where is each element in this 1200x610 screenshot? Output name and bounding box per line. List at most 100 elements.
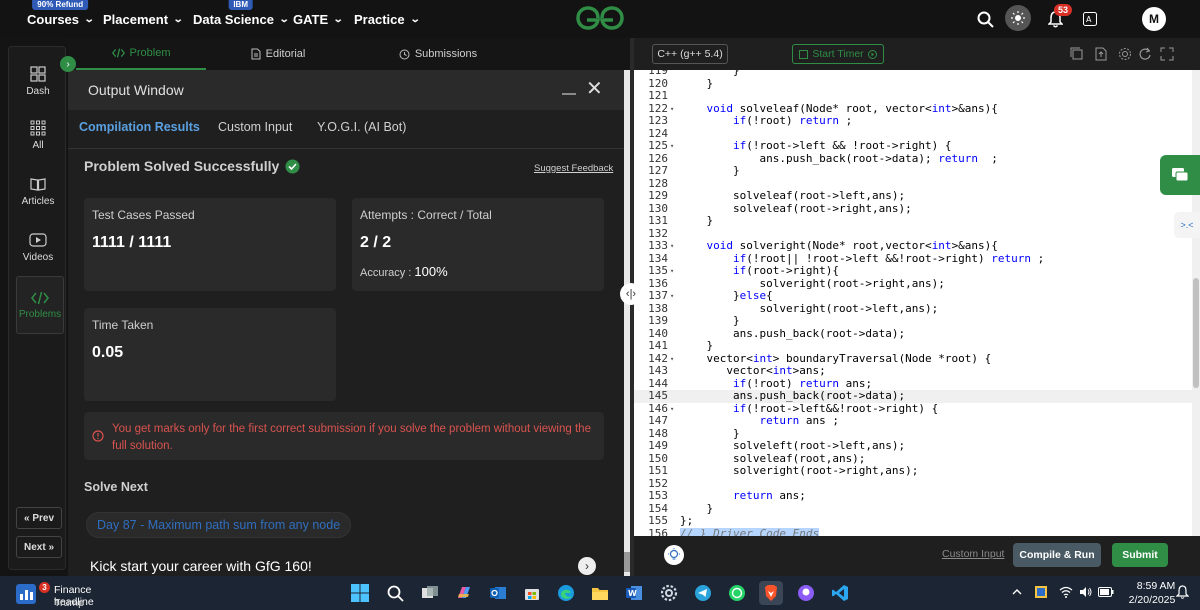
submit-button[interactable]: Submit — [1112, 543, 1168, 567]
vscode-icon[interactable] — [828, 581, 852, 605]
chevron-up-icon[interactable] — [1009, 584, 1025, 600]
nav-placement[interactable]: Placement ⌄ — [103, 0, 184, 38]
tab-compilation-results[interactable]: Compilation Results — [79, 120, 200, 134]
custom-input-link[interactable]: Custom Input — [942, 548, 1004, 560]
code-helper-icon[interactable]: >.< — [1174, 212, 1200, 238]
nav-data-science[interactable]: IBM Data Science ⌄ — [193, 0, 290, 38]
nav-courses[interactable]: 90% Refund Courses ⌄ — [27, 0, 95, 38]
line-number: 149 — [648, 439, 668, 452]
windows-start-icon[interactable] — [348, 581, 372, 605]
code-line[interactable]: 120 } — [634, 77, 1192, 91]
fold-arrow-icon[interactable]: ▾ — [670, 353, 674, 366]
code-line[interactable]: 140 ans.push_back(root->data); — [634, 327, 1192, 341]
lightbulb-icon[interactable] — [664, 545, 684, 565]
code-line[interactable]: 135 ▾ if(root->right){ — [634, 264, 1192, 278]
word-icon[interactable]: W — [622, 581, 646, 605]
editor-scrollbar-thumb[interactable] — [1193, 278, 1199, 388]
prev-button[interactable]: « Prev — [16, 507, 62, 529]
fold-arrow-icon[interactable]: ▾ — [670, 290, 674, 303]
fold-arrow-icon[interactable]: ▾ — [670, 140, 674, 153]
fold-arrow-icon[interactable]: ▾ — [670, 403, 674, 416]
code-line[interactable]: 129 solveleaf(root->left,ans); — [634, 189, 1192, 203]
code-line[interactable]: 130 solveleaf(root->right,ans); — [634, 202, 1192, 216]
nav-practice[interactable]: Practice ⌄ — [354, 0, 420, 38]
fold-arrow-icon[interactable]: ▾ — [670, 265, 674, 278]
copilot-icon[interactable] — [452, 581, 476, 605]
code-editor[interactable]: 119 } 120 } 121 122 ▾ void solveleaf(Node* r… — [634, 70, 1192, 536]
sidebar-item-videos[interactable]: Videos — [9, 219, 67, 275]
fold-arrow-icon[interactable]: ▾ — [670, 103, 674, 116]
sidebar-item-dash[interactable]: Dash — [9, 53, 67, 109]
code-line[interactable]: 151 solveright(root->right,ans); — [634, 464, 1192, 478]
code-line[interactable]: 141 } — [634, 339, 1192, 353]
battery-icon[interactable] — [1098, 584, 1114, 600]
code-line[interactable]: 143 vector<int>ans; — [634, 364, 1192, 378]
code-line[interactable]: 133 ▾ void solveright(Node* root,vector<i… — [634, 239, 1192, 253]
task-view-icon[interactable] — [418, 581, 442, 605]
sidebar-item-problems[interactable]: Problems — [16, 276, 64, 334]
code-line[interactable]: 127 } — [634, 164, 1192, 178]
close-icon[interactable]: ✕ — [586, 79, 603, 99]
tab-yogi-ai-bot[interactable]: Y.O.G.I. (AI Bot) — [317, 120, 406, 134]
whatsapp-icon[interactable] — [725, 581, 749, 605]
expand-sidebar-chevron-icon[interactable]: › — [60, 56, 76, 72]
code-line[interactable]: 131 } — [634, 214, 1192, 228]
gear-icon[interactable] — [1118, 47, 1132, 61]
app-tray-icon[interactable] — [1033, 584, 1049, 600]
file-explorer-icon[interactable] — [588, 581, 612, 605]
language-select[interactable]: C++ (g++ 5.4) — [652, 44, 728, 64]
resize-handle-icon[interactable]: ‹|› — [620, 283, 642, 305]
minimize-icon[interactable] — [562, 82, 576, 96]
chat-icon[interactable] — [1160, 155, 1200, 195]
outlook-icon[interactable] — [486, 581, 510, 605]
compile-run-button[interactable]: Compile & Run — [1013, 543, 1101, 567]
reset-icon[interactable] — [1138, 47, 1152, 61]
brave-browser-icon[interactable] — [759, 581, 783, 605]
fullscreen-icon[interactable] — [1160, 47, 1174, 61]
nav-gate[interactable]: GATE ⌄ — [293, 0, 344, 38]
tab-submissions[interactable]: Submissions — [368, 38, 508, 70]
volume-icon[interactable] — [1078, 584, 1094, 600]
github-icon[interactable] — [794, 581, 818, 605]
search-icon[interactable] — [383, 581, 407, 605]
code-line[interactable]: 156 // } Driver Code Ends — [634, 527, 1192, 536]
start-timer-button[interactable]: Start Timer — [792, 44, 884, 64]
sidebar-item-all[interactable]: All — [9, 107, 67, 163]
code-line[interactable]: 155}; — [634, 514, 1192, 528]
code-line[interactable]: 145 ans.push_back(root->data); — [634, 389, 1192, 403]
code-line[interactable]: 123 if(!root) return ; — [634, 114, 1192, 128]
notification-bell-icon[interactable] — [1174, 584, 1190, 600]
next-button[interactable]: Next » — [16, 536, 62, 558]
translate-icon[interactable]: A — [1082, 0, 1098, 38]
edge-browser-icon[interactable] — [554, 581, 578, 605]
code-line[interactable]: 147 return ans ; — [634, 414, 1192, 428]
code-line[interactable]: 137 ▾ }else{ — [634, 289, 1192, 303]
settings-gear-icon[interactable] — [657, 581, 681, 605]
search-icon[interactable] — [975, 0, 995, 38]
wifi-icon[interactable] — [1058, 584, 1074, 600]
code-line[interactable]: 149 solveleft(root->left,ans); — [634, 439, 1192, 453]
fold-arrow-icon[interactable]: ▾ — [670, 240, 674, 253]
gfg-logo-icon[interactable] — [574, 4, 626, 32]
theme-toggle-sun-icon[interactable] — [1005, 5, 1031, 31]
tab-custom-input[interactable]: Custom Input — [218, 120, 292, 134]
line-number: 139 — [648, 314, 668, 327]
telegram-icon[interactable] — [691, 581, 715, 605]
code-line[interactable]: 139 } — [634, 314, 1192, 328]
tab-problem[interactable]: Problem — [76, 38, 206, 70]
upload-file-icon[interactable] — [1094, 47, 1108, 61]
avatar[interactable]: M — [1142, 7, 1166, 31]
next-problem-link[interactable]: Day 87 - Maximum path sum from any node — [86, 512, 352, 538]
tab-editorial[interactable]: Editorial — [218, 38, 338, 70]
suggest-feedback-link[interactable]: Suggest Feedback — [534, 163, 613, 174]
sidebar-item-articles[interactable]: Articles — [9, 163, 67, 219]
chevron-right-icon[interactable]: › — [578, 557, 596, 575]
copy-icon[interactable] — [1070, 47, 1084, 61]
news-widget[interactable]: 3 Finance headline Trump suggests... — [14, 580, 124, 610]
microsoft-store-icon[interactable] — [520, 581, 544, 605]
code-line[interactable]: 119 } — [634, 70, 1192, 78]
clock-date[interactable]: 2/20/2025 — [1122, 594, 1182, 606]
code-line[interactable]: 153 return ans; — [634, 489, 1192, 503]
code-line[interactable]: 154 } — [634, 502, 1192, 516]
code-line[interactable]: 125 ▾ if(!root->left && !root->right) { — [634, 139, 1192, 153]
